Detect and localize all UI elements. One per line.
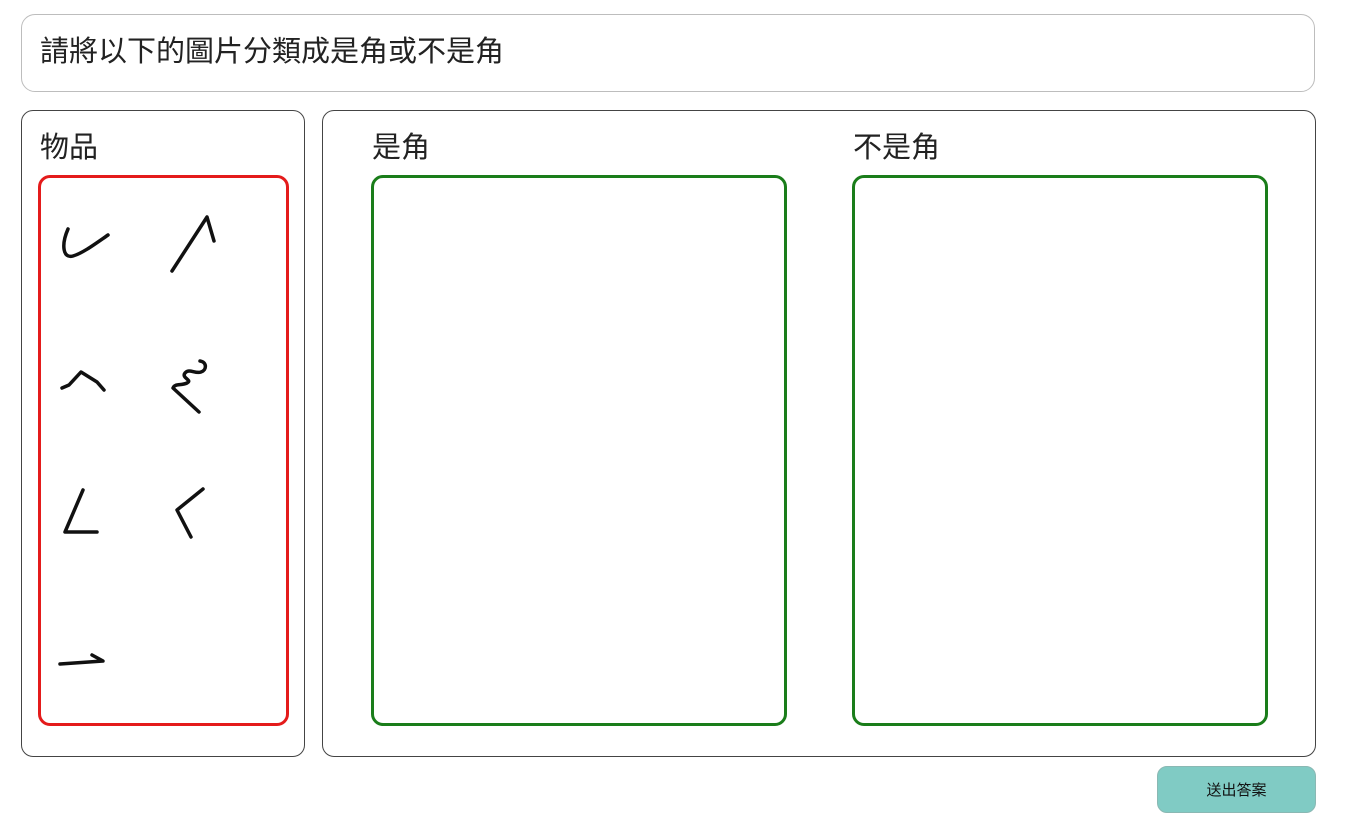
small-angle-icon[interactable]	[51, 623, 121, 693]
category-title-is-angle: 是角	[372, 130, 431, 164]
submit-answer-button[interactable]: 送出答案	[1157, 766, 1316, 813]
wavy-line-icon[interactable]	[159, 348, 229, 418]
items-panel-title: 物品	[40, 130, 99, 164]
curved-u-shape-icon[interactable]	[53, 207, 123, 277]
question-text: 請將以下的圖片分類成是角或不是角	[40, 34, 505, 68]
items-source-zone[interactable]	[38, 175, 289, 726]
categories-panel: 是角 不是角	[322, 110, 1316, 757]
question-box: 請將以下的圖片分類成是角或不是角	[21, 14, 1315, 92]
drop-zone-is-angle[interactable]	[371, 175, 787, 726]
acute-angle-icon[interactable]	[51, 478, 121, 548]
sharp-angle-up-icon[interactable]	[158, 205, 228, 275]
caret-angle-icon[interactable]	[53, 354, 123, 424]
items-panel: 物品	[21, 110, 305, 757]
category-title-not-angle: 不是角	[853, 130, 941, 164]
less-than-angle-icon[interactable]	[161, 479, 231, 549]
drop-zone-not-angle[interactable]	[852, 175, 1268, 726]
